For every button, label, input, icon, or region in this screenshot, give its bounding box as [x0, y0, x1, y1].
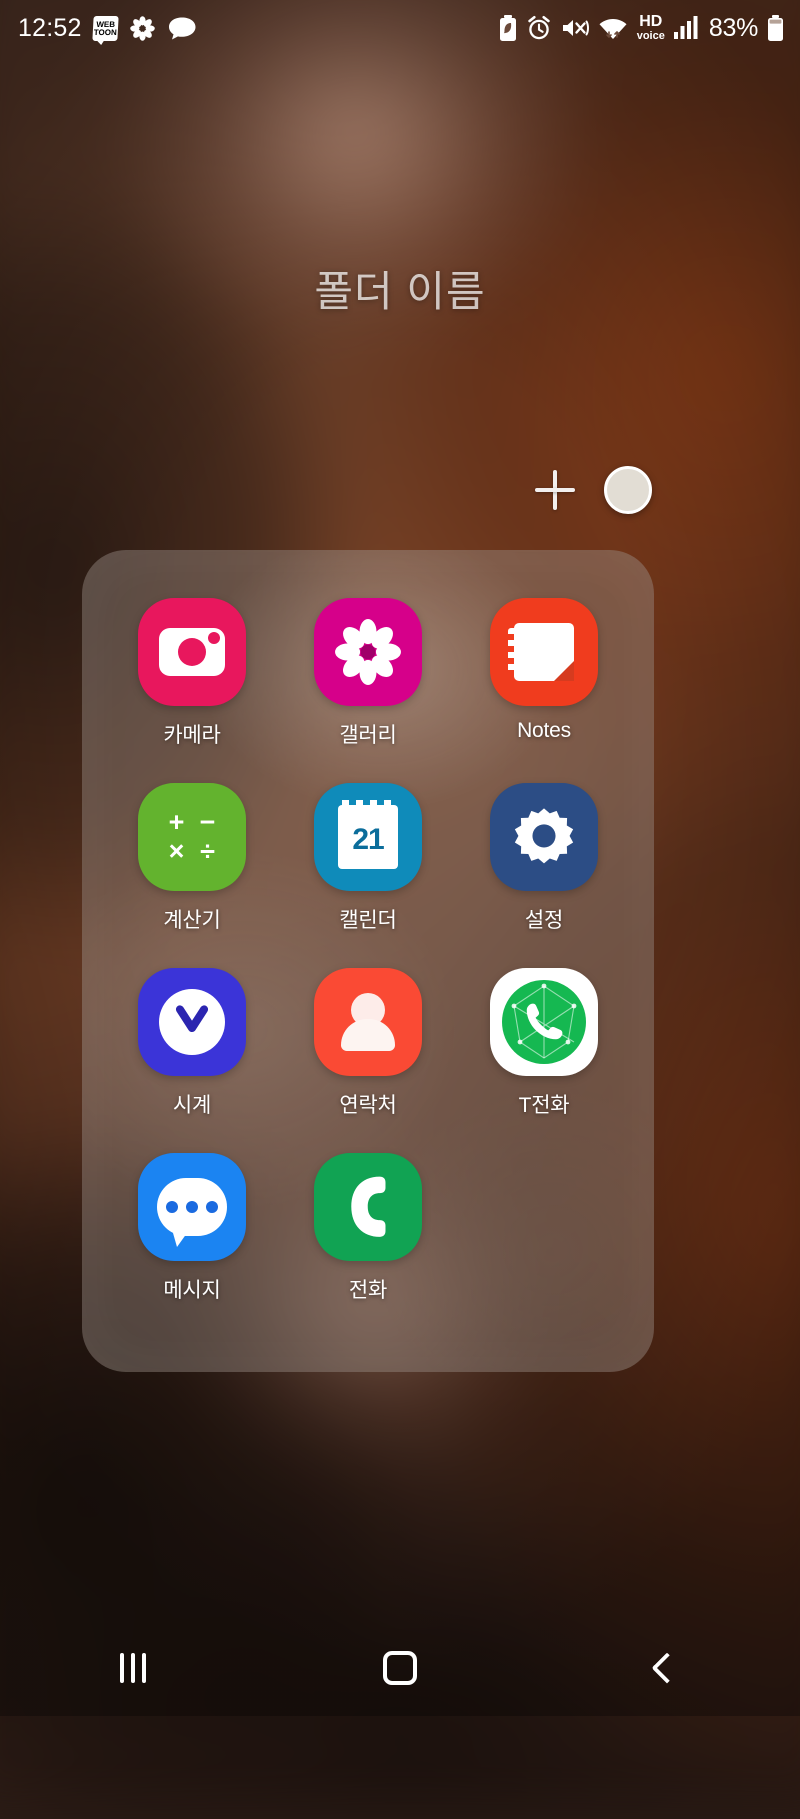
- app-item-gallery[interactable]: 갤러리: [280, 598, 456, 771]
- navigation-bar: [0, 1620, 800, 1716]
- mute-vibrate-icon: [562, 20, 589, 36]
- status-bar: 12:52 WEB TOON HD voice 83%: [0, 0, 800, 56]
- webtoon-icon-line1: WEB: [95, 19, 115, 28]
- app-label: 갤러리: [339, 724, 397, 747]
- calendar-day-number: 21: [352, 823, 384, 856]
- notes-icon: [490, 598, 598, 706]
- kakao-chat-icon: [168, 17, 196, 40]
- app-grid: 카메라 갤러리 Notes + − × ÷ 계산기 21 캘린더 설정 시계 연…: [82, 550, 654, 1326]
- t-phone-icon: [490, 968, 598, 1076]
- back-button[interactable]: [607, 1620, 727, 1716]
- app-label: 메시지: [163, 1279, 221, 1302]
- folder-panel: 카메라 갤러리 Notes + − × ÷ 계산기 21 캘린더 설정 시계 연…: [82, 550, 654, 1372]
- gallery-notification-icon: [129, 15, 155, 41]
- battery-icon: [768, 14, 783, 41]
- status-clock: 12:52: [18, 13, 82, 42]
- app-item-contacts[interactable]: 연락처: [280, 968, 456, 1141]
- webtoon-icon-line2: TOON: [93, 27, 117, 36]
- app-label: 전화: [348, 1279, 388, 1302]
- cellular-signal-icon: [673, 16, 698, 39]
- calendar-icon: 21: [314, 783, 422, 891]
- gallery-icon: [314, 598, 422, 706]
- app-label: Notes: [517, 719, 571, 742]
- app-item-clock[interactable]: 시계: [104, 968, 280, 1141]
- app-label: T전화: [518, 1094, 570, 1117]
- app-item-calendar[interactable]: 21 캘린더: [280, 783, 456, 956]
- app-item-messages[interactable]: 메시지: [104, 1153, 280, 1326]
- alarm-icon: [528, 15, 550, 40]
- app-item-t-phone[interactable]: T전화: [456, 968, 632, 1141]
- app-item-notes[interactable]: Notes: [456, 598, 632, 771]
- phone-icon: [314, 1153, 422, 1261]
- settings-gear-icon: [490, 783, 598, 891]
- app-item-phone[interactable]: 전화: [280, 1153, 456, 1326]
- webtoon-icon: WEB TOON: [91, 15, 119, 41]
- app-item-camera[interactable]: 카메라: [104, 598, 280, 771]
- app-label: 카메라: [163, 724, 221, 747]
- home-icon: [382, 1651, 417, 1685]
- app-label: 연락처: [339, 1094, 397, 1117]
- calculator-icon: + − × ÷: [138, 783, 246, 891]
- folder-controls: [530, 465, 652, 515]
- contacts-icon: [314, 968, 422, 1076]
- wifi-icon: [599, 19, 627, 39]
- folder-color-button[interactable]: [604, 466, 652, 514]
- recents-icon: [120, 1653, 147, 1683]
- folder-title[interactable]: 폴더 이름: [0, 258, 800, 319]
- hd-voice-icon: HD voice: [637, 14, 665, 42]
- recents-button[interactable]: [73, 1620, 193, 1716]
- status-bar-right: HD voice 83%: [499, 14, 784, 43]
- app-label: 계산기: [163, 909, 221, 932]
- app-label: 설정: [524, 909, 564, 932]
- camera-icon: [138, 598, 246, 706]
- back-icon: [651, 1652, 683, 1684]
- battery-saver-icon: [499, 15, 516, 41]
- app-label: 캘린더: [339, 909, 397, 932]
- messages-icon: [138, 1153, 246, 1261]
- clock-icon: [138, 968, 246, 1076]
- hd-voice-line2: voice: [636, 30, 665, 42]
- app-item-settings[interactable]: 설정: [456, 783, 632, 956]
- add-app-button[interactable]: [530, 465, 580, 515]
- home-button[interactable]: [340, 1620, 460, 1716]
- battery-percent-label: 83%: [708, 13, 758, 42]
- hd-voice-line1: HD: [639, 13, 663, 30]
- status-bar-left: 12:52 WEB TOON: [18, 14, 197, 43]
- app-item-calculator[interactable]: + − × ÷ 계산기: [104, 783, 280, 956]
- app-label: 시계: [172, 1094, 212, 1117]
